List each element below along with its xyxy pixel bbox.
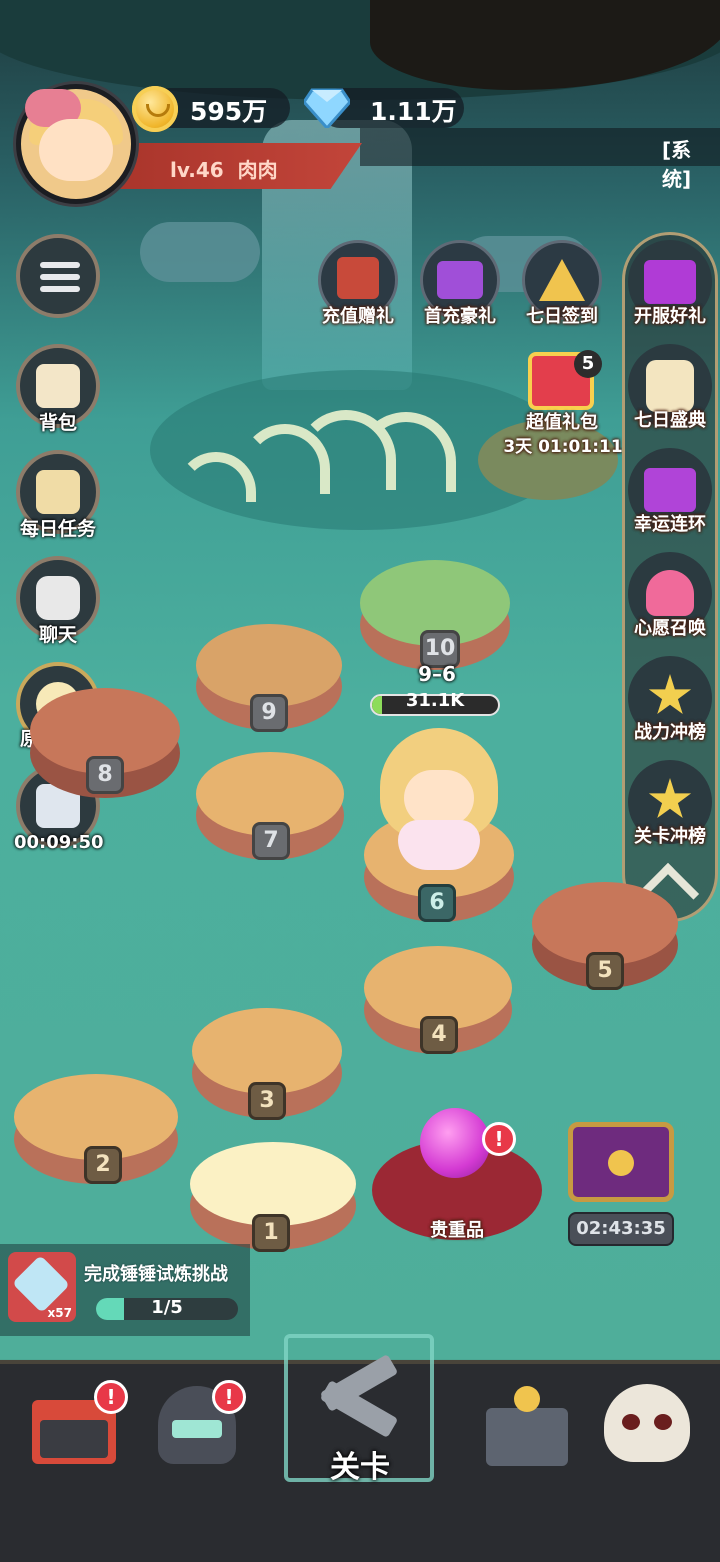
current-stage: 9–6 xyxy=(418,662,456,686)
chat-bubble-icon xyxy=(36,576,80,620)
skull-eye xyxy=(622,1414,640,1430)
daily-tasks-label: 每日任务 xyxy=(19,518,96,540)
recharge-gift-label: 充值赠礼 xyxy=(322,306,394,327)
level-name: lv.46 肉肉 xyxy=(170,158,278,182)
stage-tab[interactable] xyxy=(310,1353,402,1450)
hero-alert-badge: ! xyxy=(212,1380,246,1414)
skull-eye xyxy=(654,1414,672,1430)
stage-tag-4: 4 xyxy=(420,1016,458,1054)
coin-amount: 595万 xyxy=(190,97,268,126)
crystal-icon xyxy=(12,1255,70,1313)
stage-tag-8: 8 xyxy=(86,756,124,794)
stage-tag-5: 5 xyxy=(586,952,624,990)
player-avatar[interactable] xyxy=(16,84,136,204)
shop-stall-counter xyxy=(40,1420,108,1458)
first-recharge-label: 首充豪礼 xyxy=(424,306,496,327)
stage-ranking-label: 关卡冲榜 xyxy=(634,826,706,847)
power-ranking-label: 战力冲榜 xyxy=(634,722,706,743)
envelope-icon xyxy=(337,257,379,299)
bag-label: 背包 xyxy=(38,412,77,434)
helmet-visor xyxy=(172,1420,222,1438)
quest-reward: x57 xyxy=(8,1252,76,1322)
server-open-gift-label: 开服好礼 xyxy=(634,306,706,327)
seven-day-signin-label: 七日签到 xyxy=(526,306,598,327)
chat-label: 聊天 xyxy=(38,624,77,646)
stage-tag-6: 6 xyxy=(418,884,456,922)
gift-icon xyxy=(644,260,696,304)
system-tab[interactable]: [系统] xyxy=(662,134,720,192)
chest-timer: 02:43:35 xyxy=(568,1212,674,1246)
lock-icon xyxy=(608,1150,634,1176)
shop-alert-badge: ! xyxy=(94,1380,128,1414)
dark-foliage xyxy=(370,0,720,90)
stage-tag-1: 1 xyxy=(252,1214,290,1252)
ad-timer: 00:09:50 xyxy=(14,832,104,853)
gift-box-icon xyxy=(437,261,483,299)
stage-tag-7: 7 xyxy=(252,822,290,860)
hero-face xyxy=(404,770,474,826)
hero-dress xyxy=(398,820,480,870)
treasury-tab[interactable] xyxy=(480,1380,572,1472)
super-gift-label: 超值礼包 xyxy=(526,412,598,433)
star-icon xyxy=(648,674,692,715)
treasure-label: 贵重品 xyxy=(430,1220,484,1241)
menu-button[interactable] xyxy=(16,234,100,318)
star-orb-icon xyxy=(420,1108,490,1178)
quest-title: 完成锤锤试炼挑战 xyxy=(84,1264,228,1285)
star-icon xyxy=(648,778,692,819)
gift-icon xyxy=(644,468,696,512)
cake-icon xyxy=(646,360,694,412)
stage-tag-3: 3 xyxy=(248,1082,286,1120)
super-gift-timer: 3天 01:01:11 xyxy=(503,437,623,457)
quest-progress-text: 1/5 xyxy=(151,1297,183,1318)
stage-tag-2: 2 xyxy=(84,1146,122,1184)
skull-icon xyxy=(604,1384,690,1462)
clipboard-icon xyxy=(36,470,80,514)
coin-chest-icon xyxy=(486,1408,568,1466)
bag-icon xyxy=(36,364,80,408)
gem-amount: 1.11万 xyxy=(370,97,457,126)
power-value: 31.1K xyxy=(405,690,465,711)
seven-day-festival-label: 七日盛典 xyxy=(634,410,706,431)
heart-icon xyxy=(646,570,694,616)
coin-icon xyxy=(132,86,178,132)
coin-stack xyxy=(514,1386,540,1412)
diamond-icon xyxy=(304,88,350,128)
wish-summon-label: 心愿召唤 xyxy=(634,618,706,639)
reward-count: x57 xyxy=(47,1306,72,1320)
cloud xyxy=(140,222,260,282)
lucky-chain-label: 幸运连环 xyxy=(634,514,706,535)
stage-tag-9: 9 xyxy=(250,694,288,732)
calendar-icon xyxy=(539,259,585,301)
treasure-alert-badge: ! xyxy=(482,1122,516,1156)
super-gift-count: 5 xyxy=(574,350,602,378)
skull-tab[interactable] xyxy=(600,1380,692,1472)
stage-tab-label: 关卡 xyxy=(330,1450,390,1485)
